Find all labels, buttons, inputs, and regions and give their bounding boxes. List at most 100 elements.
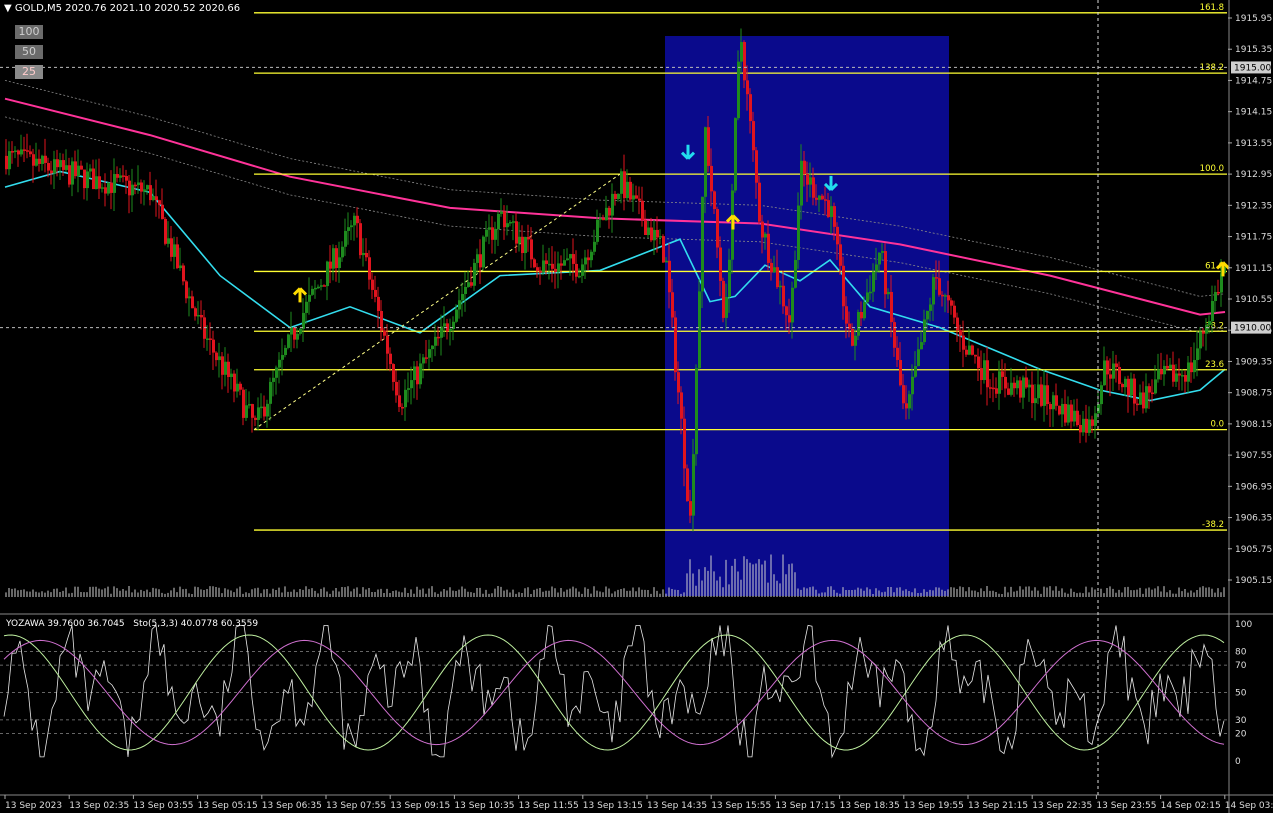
time-tick-label: 13 Sep 21:15 <box>968 801 1028 811</box>
price-bar-body <box>974 354 977 357</box>
price-bar-body <box>104 187 107 194</box>
price-bar-body <box>407 388 410 390</box>
price-bar-body <box>881 251 884 253</box>
osc-tick-label: 50 <box>1235 689 1247 699</box>
price-bar-body <box>401 406 404 409</box>
osc-tick-label: 80 <box>1235 647 1247 657</box>
price-bar-body <box>1169 364 1172 369</box>
price-bar-body <box>347 227 350 231</box>
price-bar-body <box>986 360 989 388</box>
price-bar-body <box>932 277 935 305</box>
scale-button-25[interactable]: 25 <box>15 65 43 79</box>
price-bar-body <box>836 226 839 245</box>
price-bar-body <box>146 185 149 190</box>
price-bar-body <box>1157 369 1160 380</box>
price-bar-body <box>788 315 791 323</box>
price-bar-body <box>134 184 137 187</box>
price-bar-body <box>56 159 59 168</box>
price-bar-body <box>1193 360 1196 373</box>
price-bar-body <box>14 150 17 152</box>
price-bar-body <box>413 366 416 381</box>
price-bar-body <box>764 233 767 238</box>
price-bar-body <box>164 218 167 244</box>
price-bar-body <box>221 356 224 375</box>
price-bar-body <box>803 160 806 174</box>
price-bar-body <box>860 311 863 319</box>
price-bar-body <box>458 300 461 310</box>
price-bar-body <box>1055 395 1058 406</box>
price-bar-body <box>47 162 50 171</box>
price-bar-body <box>461 294 464 301</box>
price-bar-body <box>674 317 677 373</box>
price-bar-body <box>950 300 953 306</box>
price-bar-body <box>11 151 14 153</box>
scale-button-50[interactable]: 50 <box>15 45 43 59</box>
price-bar-body <box>266 403 269 417</box>
price-bar-body <box>998 371 1001 394</box>
time-tick-label: 13 Sep 18:35 <box>840 801 900 811</box>
price-bar-body <box>851 328 854 346</box>
price-bar-body <box>698 291 701 369</box>
price-bar-body <box>590 251 593 261</box>
price-bar-body <box>641 200 644 221</box>
price-bar-body <box>704 127 707 197</box>
price-bar-body <box>842 265 845 307</box>
price-bar-body <box>1121 383 1124 388</box>
price-bar-body <box>17 150 20 155</box>
price-bar-body <box>719 247 722 281</box>
price-bar-body <box>284 347 287 356</box>
price-bar-body <box>890 291 893 323</box>
price-bar-body <box>1058 405 1061 415</box>
scale-button-100[interactable]: 100 <box>15 25 43 39</box>
price-bar-body <box>398 395 401 407</box>
price-bar-body <box>329 261 332 269</box>
price-bar-body <box>1115 363 1118 368</box>
price-bar-body <box>551 263 554 269</box>
price-bar-body <box>971 345 974 355</box>
price-bar-body <box>296 333 299 340</box>
price-bar-body <box>95 176 98 190</box>
price-bar-body <box>263 406 266 417</box>
price-bar-body <box>503 211 506 228</box>
price-bar-body <box>896 347 899 361</box>
price-bar-body <box>137 182 140 186</box>
price-bar-body <box>77 165 80 177</box>
trading-chart[interactable]: 161.8138.2100.061.838.223.60.0-38.2 1915… <box>0 0 1273 813</box>
price-bar-body <box>155 196 158 201</box>
price-bar-body <box>755 150 758 183</box>
price-bar-body <box>797 205 800 260</box>
price-bar-body <box>1181 375 1184 377</box>
price-bar-body <box>1073 410 1076 422</box>
time-tick-label: 13 Sep 03:55 <box>133 801 193 811</box>
price-bar-body <box>80 165 83 170</box>
price-bar-body <box>713 191 716 210</box>
price-bar-body <box>242 389 245 418</box>
price-bar-body <box>293 327 296 340</box>
price-bar-body <box>335 248 338 269</box>
price-bar-body <box>1064 403 1067 423</box>
price-bar-body <box>623 171 626 199</box>
price-bar-body <box>530 239 533 260</box>
price-bar-body <box>548 263 551 266</box>
price-bar-body <box>1007 388 1010 395</box>
price-bar-body <box>1151 392 1154 395</box>
price-bar-body <box>893 322 896 348</box>
price-bar-body <box>629 181 632 200</box>
price-tick-label: 1911.75 <box>1235 233 1272 243</box>
price-bar-body <box>338 257 341 269</box>
price-bar-body <box>677 372 680 393</box>
triangle-down-icon[interactable]: ▼ <box>4 3 12 14</box>
price-bar-body <box>809 177 812 185</box>
time-tick-label: 13 Sep 2023 <box>5 801 62 811</box>
price-bar-body <box>911 376 914 395</box>
price-bar-body <box>794 259 797 288</box>
price-bar-body <box>83 169 86 189</box>
price-bar-body <box>1076 410 1079 425</box>
price-bar-body <box>1178 373 1181 376</box>
price-bar-body <box>359 223 362 256</box>
price-bar-body <box>482 236 485 268</box>
price-bar-body <box>254 417 257 420</box>
price-bar-body <box>917 349 920 367</box>
osc-tick-label: 0 <box>1235 757 1241 767</box>
price-bar-body <box>377 296 380 312</box>
